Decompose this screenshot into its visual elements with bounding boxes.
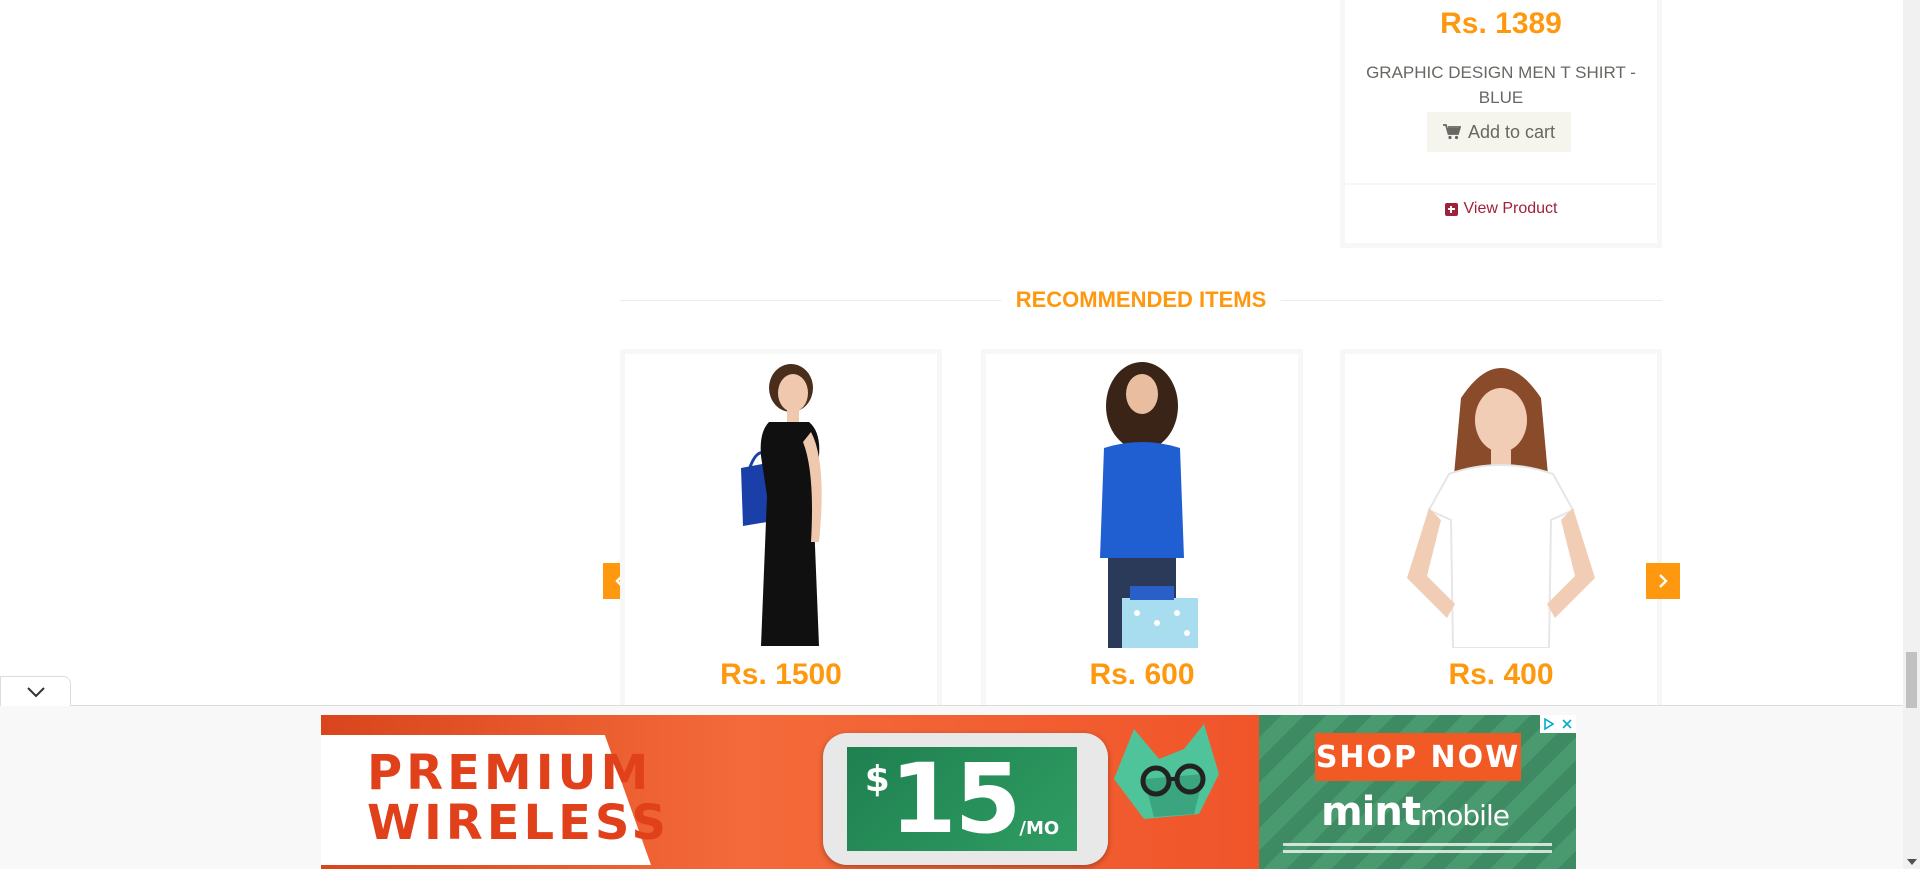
ad-fine-print (1269, 839, 1566, 861)
card-divider (1345, 183, 1657, 185)
recommended-item-card[interactable]: Rs. 400 (1340, 349, 1662, 709)
close-icon[interactable] (1558, 715, 1576, 733)
ad-phone-image: $ 15 /MO (823, 733, 1108, 865)
recommended-item-card[interactable]: Rs. 1500 (620, 349, 942, 709)
scroll-down-arrow-icon[interactable] (1907, 859, 1917, 865)
item-price: Rs. 1500 (720, 658, 842, 691)
product-image-woman-black-dress[interactable] (625, 354, 937, 648)
scrollbar-thumb[interactable] (1906, 652, 1917, 708)
ad-collapse-button[interactable] (0, 676, 71, 706)
chevron-right-icon (1659, 574, 1668, 588)
ad-phone-screen: $ 15 /MO (847, 747, 1077, 851)
product-card-top: Rs. 1389 GRAPHIC DESIGN MEN T SHIRT - BL… (1340, 0, 1662, 248)
view-product-label: View Product (1463, 200, 1558, 217)
ad-price-currency: $ (864, 759, 890, 800)
product-image-woman-white-tshirt[interactable] (1345, 354, 1657, 648)
ad-price-amount: 15 (889, 743, 1022, 855)
ad-right-panel: SHOP NOW mintmobile (1259, 715, 1576, 869)
product-name: GRAPHIC DESIGN MEN T SHIRT - BLUE (1366, 63, 1636, 107)
mint-mobile-logo: mintmobile (1321, 789, 1510, 835)
ad-headline-line1: PREMIUM (367, 745, 653, 801)
add-to-cart-label: Add to cart (1467, 121, 1556, 142)
fox-mascot-icon (1114, 724, 1219, 819)
add-to-cart-button[interactable]: Add to cart (1427, 112, 1571, 152)
page-scrollbar[interactable] (1903, 0, 1920, 869)
ad-headline-line2: WIRELESS (367, 795, 670, 851)
mobile-logo-word: mobile (1420, 799, 1510, 832)
adchoices-icon[interactable] (1540, 715, 1558, 733)
view-product-link[interactable]: View Product (1345, 200, 1657, 218)
page: Rs. 1389 GRAPHIC DESIGN MEN T SHIRT - BL… (0, 0, 1920, 869)
chevron-down-icon (26, 686, 45, 697)
recommended-item-card[interactable]: Rs. 600 (981, 349, 1303, 709)
product-image-woman-blue-sweater[interactable] (986, 354, 1298, 648)
ad-price-period: /MO (1019, 818, 1060, 839)
recommended-heading-row: RECOMMENDED ITEMS (620, 285, 1662, 315)
product-price: Rs. 1389 (1440, 7, 1562, 40)
shopping-cart-icon (1442, 124, 1461, 140)
ad-headline: PREMIUM WIRELESS (367, 748, 670, 848)
ad-left-panel: PREMIUM WIRELESS $ 15 /MO (321, 715, 1259, 869)
carousel-next-button[interactable] (1646, 563, 1680, 599)
item-price: Rs. 400 (1448, 658, 1554, 691)
recommended-title: RECOMMENDED ITEMS (1001, 287, 1281, 313)
ad-banner[interactable]: PREMIUM WIRELESS $ 15 /MO SHOP NOW mintm… (321, 715, 1576, 869)
ad-shop-now-button[interactable]: SHOP NOW (1315, 733, 1521, 781)
item-price: Rs. 600 (1089, 658, 1195, 691)
ad-choices-controls (1540, 715, 1576, 733)
mint-logo-word: mint (1321, 789, 1421, 835)
plus-square-icon (1444, 202, 1458, 216)
